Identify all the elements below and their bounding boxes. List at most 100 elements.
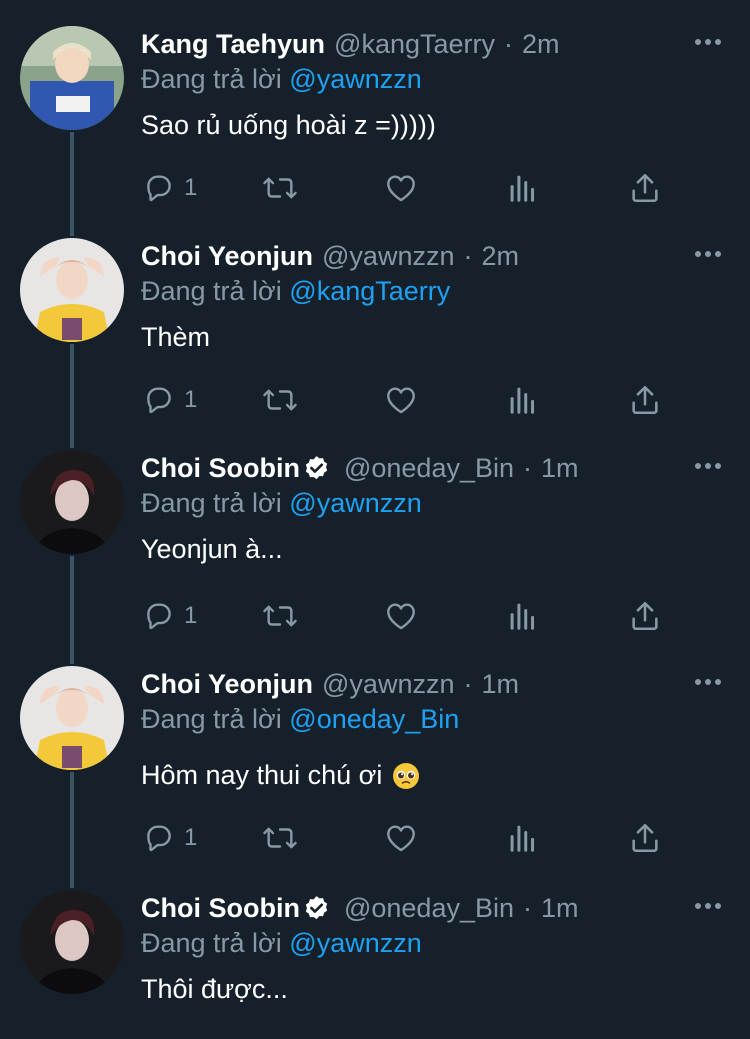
tweet-text: Hôm nay thui chú ơi <box>141 760 420 791</box>
reply-mention-link[interactable]: @kangTaerry <box>289 276 450 306</box>
tweet[interactable]: Choi Yeonjun @yawnzzn · 2m Đang trả lời … <box>0 238 750 428</box>
analytics-button[interactable] <box>508 168 538 208</box>
separator-dot: · <box>523 892 532 923</box>
avatar[interactable] <box>20 26 124 130</box>
tweet-text: Sao rủ uống hoài z =))))) <box>141 110 436 141</box>
analytics-button[interactable] <box>508 818 538 858</box>
tweet-text-body: Hôm nay thui chú ơi <box>141 760 383 790</box>
share-button[interactable] <box>628 818 662 858</box>
analytics-button[interactable] <box>508 596 538 636</box>
user-handle[interactable]: @yawnzzn <box>322 241 454 272</box>
display-name[interactable]: Choi Yeonjun <box>141 669 313 700</box>
like-button[interactable] <box>384 380 418 420</box>
timestamp[interactable]: 1m <box>541 453 579 484</box>
user-handle[interactable]: @kangTaerry <box>334 29 495 60</box>
retweet-button[interactable] <box>261 168 299 208</box>
tweet-text: Thèm <box>141 322 210 353</box>
user-handle[interactable]: @yawnzzn <box>322 669 454 700</box>
timestamp[interactable]: 2m <box>481 241 519 272</box>
avatar[interactable] <box>20 666 124 770</box>
reply-context: Đang trả lời @yawnzzn <box>141 928 422 959</box>
tweet-header: Choi Yeonjun @yawnzzn · 1m <box>141 666 519 702</box>
like-button[interactable] <box>384 168 418 208</box>
retweet-icon <box>263 605 297 627</box>
reply-count: 1 <box>184 602 198 629</box>
timestamp[interactable]: 1m <box>541 893 579 924</box>
tweet-text-body: Thèm <box>141 322 211 352</box>
timestamp[interactable]: 2m <box>522 29 560 60</box>
reply-context: Đang trả lời @yawnzzn <box>141 488 422 519</box>
avatar[interactable] <box>20 238 124 342</box>
reply-mention-link[interactable]: @oneday_Bin <box>289 704 459 734</box>
share-button[interactable] <box>628 168 662 208</box>
retweet-icon <box>263 177 297 199</box>
reply-count: 1 <box>184 386 198 413</box>
analytics-icon <box>510 825 535 852</box>
like-icon <box>387 825 415 852</box>
reply-button[interactable]: 1 <box>142 818 197 858</box>
more-icon[interactable] <box>692 454 724 478</box>
retweet-button[interactable] <box>261 596 299 636</box>
retweet-icon <box>263 827 297 849</box>
display-name[interactable]: Choi Yeonjun <box>141 241 313 272</box>
action-bar: 1 <box>0 168 750 208</box>
reply-mention-link[interactable]: @yawnzzn <box>289 928 421 958</box>
share-icon <box>632 173 658 203</box>
reply-count: 1 <box>184 824 198 851</box>
separator-dot: · <box>463 668 473 699</box>
action-bar: 1 <box>0 818 750 858</box>
reply-count: 1 <box>184 174 198 201</box>
share-button[interactable] <box>628 380 662 420</box>
reply-context: Đang trả lời @oneday_Bin <box>141 704 459 735</box>
reply-mention-link[interactable]: @yawnzzn <box>289 64 421 94</box>
analytics-icon <box>510 175 535 202</box>
action-bar: 1 <box>0 596 750 636</box>
avatar[interactable] <box>20 450 124 554</box>
analytics-icon <box>510 603 535 630</box>
like-button[interactable] <box>384 818 418 858</box>
reply-icon <box>147 603 171 630</box>
tweet-text: Yeonjun à... <box>141 534 283 565</box>
user-handle[interactable]: @oneday_Bin <box>344 453 514 484</box>
avatar[interactable] <box>20 890 124 994</box>
like-icon <box>387 387 415 414</box>
reply-button[interactable]: 1 <box>142 596 197 636</box>
timestamp[interactable]: 1m <box>481 669 519 700</box>
display-name[interactable]: Choi Soobin <box>141 453 300 484</box>
like-button[interactable] <box>384 596 418 636</box>
tweet[interactable]: Kang Taehyun @kangTaerry · 2m Đang trả l… <box>0 26 750 216</box>
share-icon <box>632 823 658 853</box>
reply-thread: Kang Taehyun @kangTaerry · 2m Đang trả l… <box>0 0 750 1039</box>
reply-mention-link[interactable]: @yawnzzn <box>289 488 421 518</box>
tweet[interactable]: Choi Soobin @oneday_Bin · 1m Đang trả lờ… <box>0 450 750 644</box>
share-icon <box>632 385 658 415</box>
retweet-button[interactable] <box>261 818 299 858</box>
reply-button[interactable]: 1 <box>142 168 197 208</box>
reply-prefix: Đang trả lời <box>141 488 282 518</box>
more-icon[interactable] <box>692 670 724 694</box>
like-icon <box>387 603 415 630</box>
reply-prefix: Đang trả lời <box>141 928 282 958</box>
tweet-text-body: Sao rủ uống hoài z =))))) <box>141 110 436 140</box>
display-name[interactable]: Choi Soobin <box>141 893 300 924</box>
display-name[interactable]: Kang Taehyun <box>141 29 325 60</box>
tweet[interactable]: Choi Soobin @oneday_Bin · 1m Đang trả lờ… <box>0 890 750 1039</box>
more-icon[interactable] <box>692 242 724 266</box>
user-handle[interactable]: @oneday_Bin <box>344 893 514 924</box>
share-button[interactable] <box>628 596 662 636</box>
analytics-button[interactable] <box>508 380 538 420</box>
tweet-text-body: Yeonjun à... <box>141 534 283 564</box>
verified-icon <box>302 894 331 923</box>
reply-icon <box>147 387 171 414</box>
share-icon <box>632 601 658 631</box>
more-icon[interactable] <box>692 30 724 54</box>
reply-icon <box>147 175 171 202</box>
tweet[interactable]: Choi Yeonjun @yawnzzn · 1m Đang trả lời … <box>0 666 750 866</box>
tweet-text-body: Thôi được... <box>141 974 288 1004</box>
reply-icon <box>147 825 171 852</box>
reply-button[interactable]: 1 <box>142 380 197 420</box>
reply-context: Đang trả lời @kangTaerry <box>141 276 450 307</box>
retweet-button[interactable] <box>261 380 299 420</box>
more-icon[interactable] <box>692 894 724 918</box>
reply-prefix: Đang trả lời <box>141 64 282 94</box>
